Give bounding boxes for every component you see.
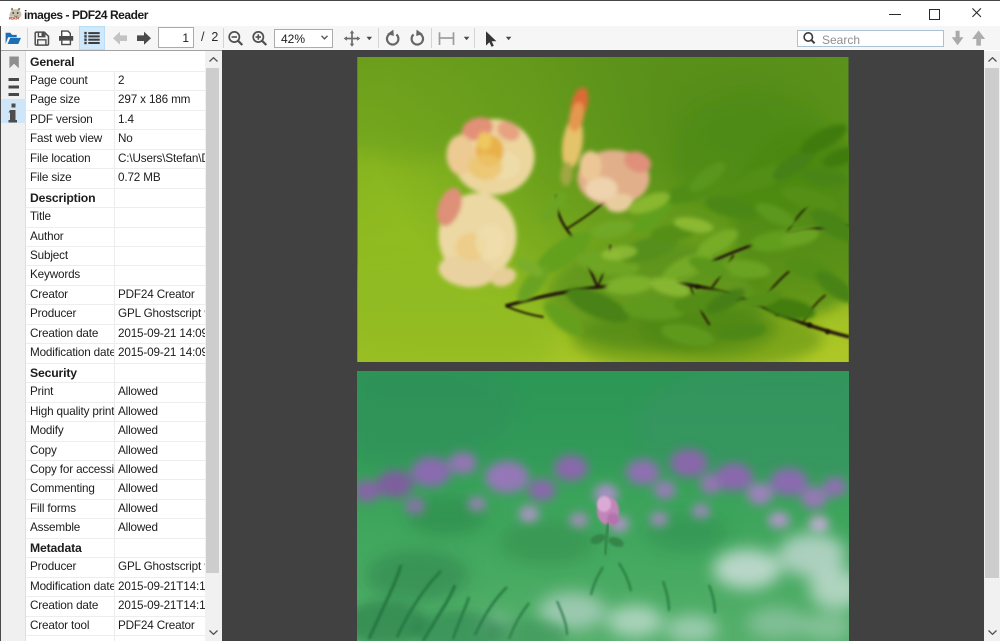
svg-text:PDF24: PDF24 [9,17,19,21]
